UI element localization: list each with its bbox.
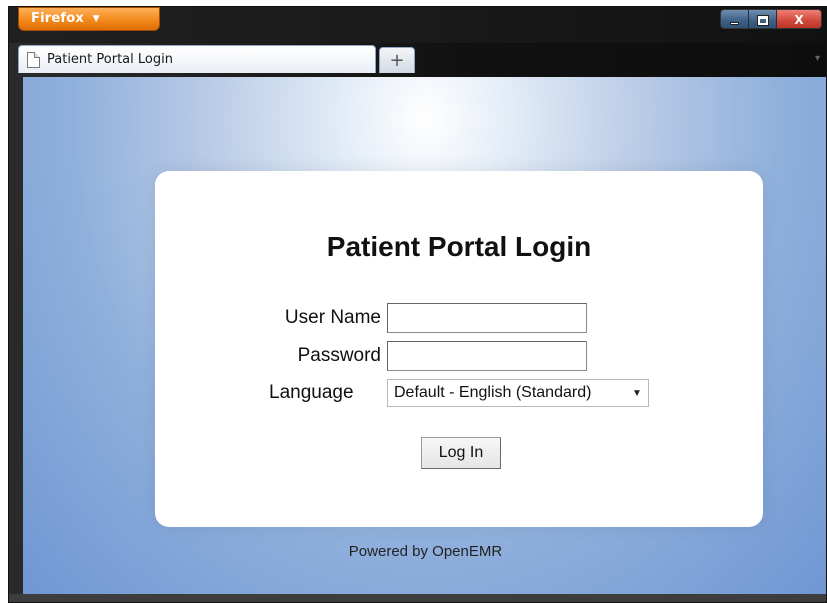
language-label: Language bbox=[269, 382, 354, 403]
page-content: Patient Portal Login User Name Password … bbox=[23, 77, 826, 596]
chevron-down-icon: ▼ bbox=[92, 14, 100, 24]
password-field[interactable] bbox=[387, 341, 587, 371]
new-tab-button[interactable]: + bbox=[379, 47, 415, 73]
language-select[interactable]: Default - English (Standard) ▼ bbox=[387, 379, 649, 407]
password-label: Password bbox=[297, 345, 381, 366]
username-field[interactable] bbox=[387, 303, 587, 333]
firefox-menu-label: Firefox bbox=[31, 11, 84, 26]
close-icon: X bbox=[794, 13, 804, 27]
login-button[interactable]: Log In bbox=[421, 437, 501, 469]
plus-icon: + bbox=[389, 50, 405, 71]
window-controls: X bbox=[720, 9, 822, 29]
close-button[interactable]: X bbox=[777, 10, 821, 28]
page-title: Patient Portal Login bbox=[326, 231, 592, 262]
login-button-label: Log In bbox=[438, 444, 484, 461]
login-card: Patient Portal Login User Name Password … bbox=[155, 171, 763, 527]
minimize-button[interactable] bbox=[721, 10, 749, 28]
minimize-icon bbox=[730, 22, 739, 25]
window-bottom-border bbox=[9, 594, 826, 602]
tab-list-arrow-icon[interactable]: ▾ bbox=[815, 53, 820, 64]
tab-title: Patient Portal Login bbox=[47, 52, 173, 67]
tab-strip: Patient Portal Login + ▾ bbox=[9, 41, 826, 73]
language-selected-value: Default - English (Standard) bbox=[394, 384, 592, 401]
browser-window: Firefox ▼ X Patient Portal Login + ▾ Pat… bbox=[8, 6, 827, 603]
chevron-down-icon: ▼ bbox=[632, 387, 642, 399]
page-icon bbox=[27, 51, 40, 68]
title-bar: Firefox ▼ X bbox=[9, 7, 826, 43]
username-label: User Name bbox=[284, 307, 381, 328]
tab-patient-portal-login[interactable]: Patient Portal Login bbox=[18, 45, 376, 73]
maximize-button[interactable] bbox=[749, 10, 777, 28]
firefox-menu-button[interactable]: Firefox ▼ bbox=[18, 7, 160, 31]
maximize-icon bbox=[756, 14, 769, 26]
powered-by-footer: Powered by OpenEMR bbox=[348, 543, 503, 560]
